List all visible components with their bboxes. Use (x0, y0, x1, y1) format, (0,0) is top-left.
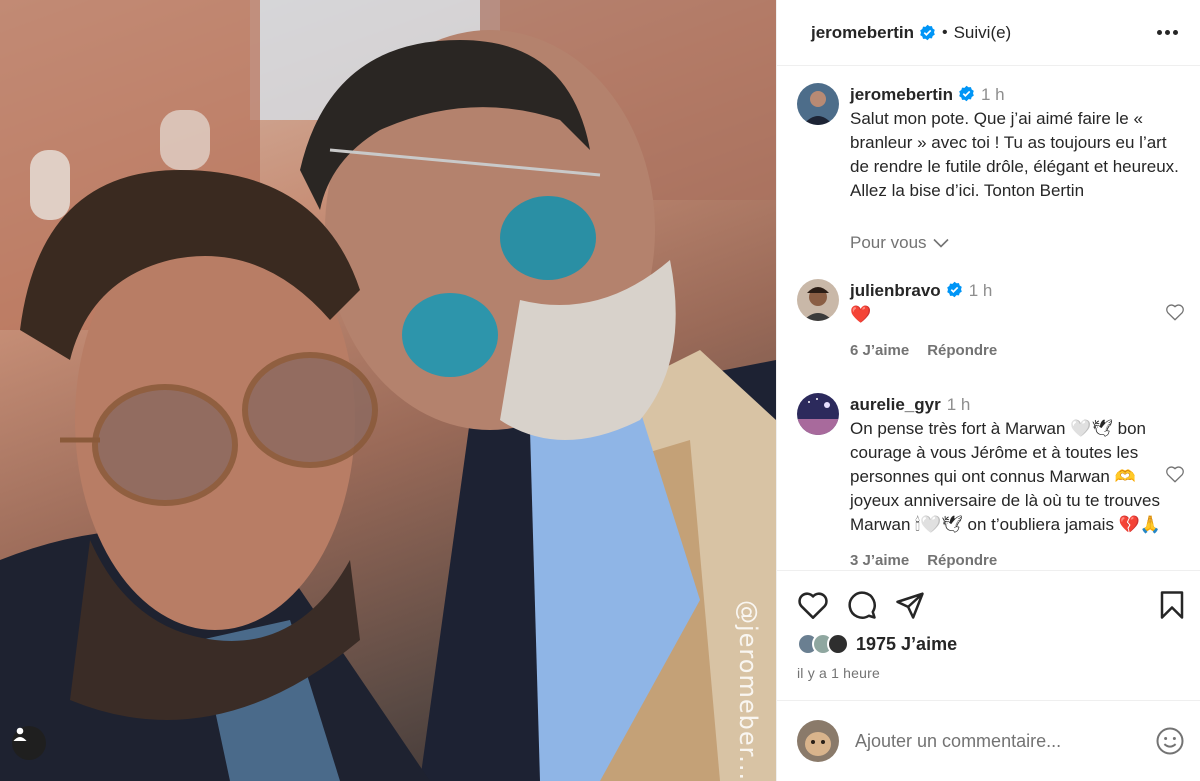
avatar (827, 633, 849, 655)
user-icon (13, 727, 27, 741)
comment-likes-count[interactable]: 6 J’aime (850, 339, 909, 363)
comment-username[interactable]: julienbravo (850, 281, 941, 300)
verified-badge-icon (946, 281, 963, 298)
liker-avatars (797, 633, 849, 655)
for-you-dropdown[interactable]: Pour vous (850, 233, 1185, 253)
bookmark-icon (1160, 591, 1184, 619)
verified-badge-icon (919, 24, 936, 41)
post-header: jeromebertin • Suivi(e) (777, 0, 1200, 66)
comment-body: aurelie_gyr 1 h On pense très fort à Marw… (850, 393, 1180, 570)
for-you-label: Pour vous (850, 233, 927, 252)
comment-username[interactable]: aurelie_gyr (850, 395, 941, 414)
post-timestamp[interactable]: il y a 1 heure (797, 665, 1185, 681)
comment-meta: 6 J’aime Répondre (850, 339, 1180, 363)
action-icons (797, 589, 1185, 621)
comments-list[interactable]: jeromebertin 1 h Salut mon pote. Que j’ai… (777, 67, 1200, 570)
avatar[interactable] (797, 83, 839, 125)
comment-meta: 3 J’aime Répondre (850, 549, 1180, 570)
post-photo: @jeromeber... (0, 0, 776, 781)
heart-icon (798, 592, 828, 619)
verified-badge-icon (958, 85, 975, 102)
comment-like-button[interactable] (1165, 465, 1185, 488)
comment-item: julienbravo 1 h ❤️ 6 J’aime Répondre (797, 279, 1185, 363)
comment-like-button[interactable] (1165, 303, 1185, 326)
likes-count[interactable]: 1975 J’aime (856, 634, 957, 655)
smiley-icon (1156, 727, 1184, 755)
comment-icon (848, 591, 876, 619)
more-options-button[interactable] (1151, 24, 1184, 41)
save-button[interactable] (1159, 590, 1185, 620)
share-button[interactable] (895, 590, 925, 620)
follow-status-button[interactable]: Suivi(e) (954, 23, 1012, 43)
reply-button[interactable]: Répondre (927, 549, 997, 570)
comment-time[interactable]: 1 h (947, 395, 971, 414)
avatar[interactable] (797, 393, 839, 435)
caption-time[interactable]: 1 h (981, 85, 1005, 104)
post-side-panel: jeromebertin • Suivi(e) jeromebertin 1 h … (776, 0, 1200, 781)
header-dot-separator: • (941, 23, 948, 41)
author-username[interactable]: jeromebertin (811, 23, 914, 43)
emoji-picker-button[interactable] (1155, 726, 1185, 756)
comment-text: On pense très fort à Marwan 🤍🕊 bon coura… (850, 419, 1162, 534)
paper-plane-icon (896, 592, 924, 619)
comment-item: aurelie_gyr 1 h On pense très fort à Marw… (797, 393, 1185, 570)
tagged-users-button[interactable] (12, 726, 46, 760)
reply-button[interactable]: Répondre (927, 339, 997, 363)
post-actions: 1975 J’aime il y a 1 heure (777, 570, 1200, 681)
comment-body: julienbravo 1 h ❤️ 6 J’aime Répondre (850, 279, 1180, 363)
comment-likes-count[interactable]: 3 J’aime (850, 549, 909, 570)
comment-time[interactable]: 1 h (969, 281, 993, 300)
avatar (797, 720, 839, 762)
caption-row: jeromebertin 1 h Salut mon pote. Que j’ai… (797, 83, 1185, 203)
like-button[interactable] (797, 590, 829, 620)
comment-input[interactable] (855, 730, 1155, 752)
photo-illustration (0, 0, 776, 781)
chevron-down-icon (932, 238, 949, 248)
photo-watermark: @jeromeber... (734, 600, 762, 780)
heart-icon (1166, 466, 1184, 483)
likes-summary[interactable]: 1975 J’aime (797, 633, 1185, 655)
caption-username[interactable]: jeromebertin (850, 85, 953, 104)
comment-composer (777, 700, 1200, 781)
heart-icon (1166, 304, 1184, 321)
caption-text-block: jeromebertin 1 h Salut mon pote. Que j’ai… (850, 83, 1180, 203)
caption-body: Salut mon pote. Que j’ai aimé faire le «… (850, 109, 1179, 200)
comment-button[interactable] (847, 590, 877, 620)
comment-text: ❤️ (850, 305, 872, 324)
avatar[interactable] (797, 279, 839, 321)
more-horizontal-icon (1157, 30, 1162, 35)
